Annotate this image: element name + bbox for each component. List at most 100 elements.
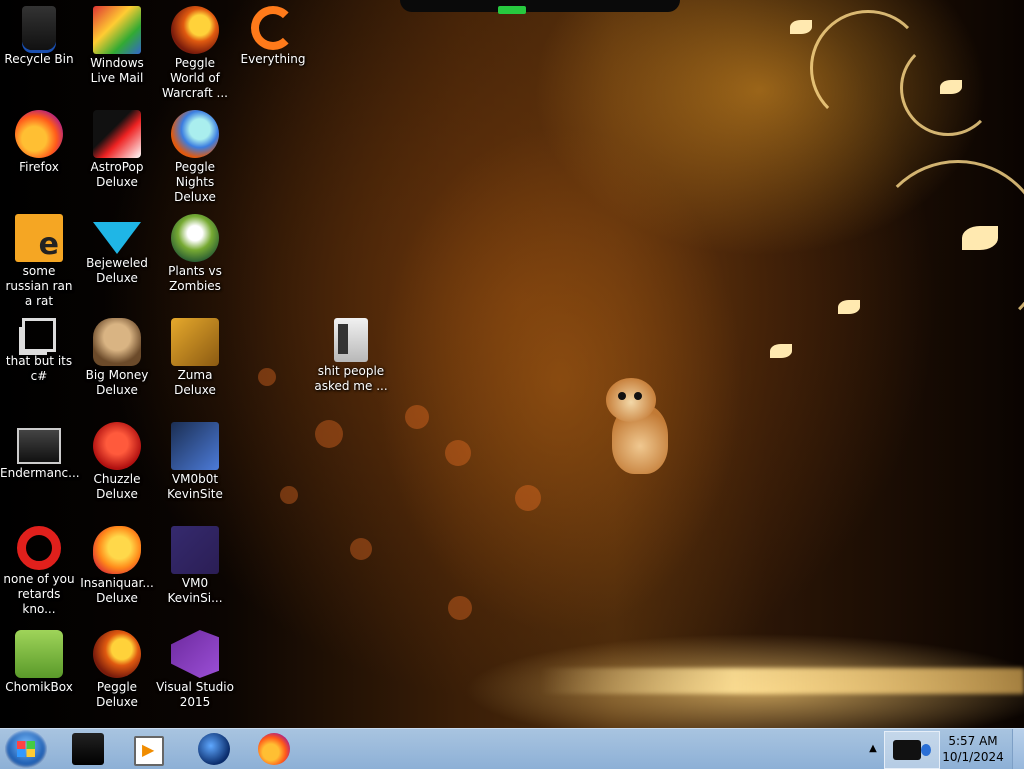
icon-label: Visual Studio 2015 xyxy=(156,680,234,709)
endermanch-icon xyxy=(17,428,61,464)
wallpaper-leaf xyxy=(838,300,860,314)
desktop-icon-peggle-deluxe[interactable]: Peggle Deluxe xyxy=(78,624,156,710)
icon-label: none of you retards kno... xyxy=(3,572,75,616)
taskbar-firefox-icon[interactable] xyxy=(258,733,290,765)
bokeh-light xyxy=(405,405,429,429)
show-hidden-icons-arrow-icon[interactable]: ▲ xyxy=(866,737,880,761)
desktop-icon-insaniquarium[interactable]: Insaniquar... Deluxe xyxy=(78,520,156,606)
icon-label: Peggle Deluxe xyxy=(96,680,138,709)
visual-studio-icon xyxy=(171,630,219,678)
icon-label: Zuma Deluxe xyxy=(174,368,216,397)
bokeh-light xyxy=(315,420,343,448)
icon-label: shit people asked me ... xyxy=(314,364,388,393)
taskbar-dark-app-icon[interactable] xyxy=(72,733,104,765)
icon-label: VM0b0t KevinSite xyxy=(167,472,223,501)
icon-label: Peggle Nights Deluxe xyxy=(174,160,216,204)
icon-label: ChomikBox xyxy=(5,680,73,694)
icon-label: Recycle Bin xyxy=(4,52,74,66)
icon-label: some russian ran a rat xyxy=(5,264,73,308)
desktop-icon-everything[interactable]: Everything xyxy=(234,0,312,67)
peggle-icon xyxy=(171,6,219,54)
wallpaper-leaf xyxy=(940,80,962,94)
desktop-icon-windows-live-mail[interactable]: Windows Live Mail xyxy=(78,0,156,86)
icon-label: Chuzzle Deluxe xyxy=(93,472,141,501)
clock-date: 10/1/2024 xyxy=(942,750,1004,764)
bokeh-light xyxy=(515,485,541,511)
system-clock[interactable]: 5:57 AM 10/1/2024 xyxy=(940,733,1006,765)
icon-label: Endermanc... xyxy=(0,466,80,480)
icon-label: VM0 KevinSi... xyxy=(167,576,223,605)
desktop-icon-chuzzle[interactable]: Chuzzle Deluxe xyxy=(78,416,156,502)
bokeh-light xyxy=(258,368,276,386)
tray-camera-app[interactable] xyxy=(884,731,940,769)
vm-site-icon xyxy=(171,422,219,470)
desktop-icon-visual-studio[interactable]: Visual Studio 2015 xyxy=(156,624,234,710)
hamster-eye xyxy=(618,392,626,400)
desktop-icon-bejeweled[interactable]: Bejeweled Deluxe xyxy=(78,208,156,286)
desktop-icon-html-file[interactable]: some russian ran a rat xyxy=(0,208,78,309)
html-file-icon xyxy=(15,214,63,262)
insaniquarium-icon xyxy=(93,526,141,574)
shortcut-copy-icon xyxy=(22,318,56,352)
desktop-icon-peggle-nights[interactable]: Peggle Nights Deluxe xyxy=(156,104,234,205)
desktop-wallpaper: Recycle Bin Firefox some russian ran a r… xyxy=(0,0,1024,728)
show-desktop-button[interactable] xyxy=(1012,729,1024,769)
zuma-icon xyxy=(171,318,219,366)
bokeh-light xyxy=(448,596,472,620)
opera-icon xyxy=(17,526,61,570)
desktop-icon-zuma[interactable]: Zuma Deluxe xyxy=(156,312,234,398)
big-money-icon xyxy=(93,318,141,366)
desktop-icon-endermanch[interactable]: Endermanc... xyxy=(0,416,80,481)
windows-live-mail-icon xyxy=(93,6,141,54)
wallpaper-glow xyxy=(540,668,1024,694)
taskbar-media-player-icon[interactable] xyxy=(134,736,164,766)
astropop-icon xyxy=(93,110,141,158)
windows-logo-icon xyxy=(17,741,35,757)
icon-label: Big Money Deluxe xyxy=(85,368,149,397)
desktop-icon-astropop[interactable]: AstroPop Deluxe xyxy=(78,104,156,190)
icon-label: Firefox xyxy=(19,160,59,174)
icon-label: Plants vs Zombies xyxy=(168,264,222,293)
desktop-icon-vm0b0t[interactable]: VM0b0t KevinSite xyxy=(156,416,234,502)
wallpaper-swirl xyxy=(870,160,1024,336)
start-button[interactable] xyxy=(5,730,47,768)
icon-label: Windows Live Mail xyxy=(90,56,144,85)
wallpaper-leaf xyxy=(790,20,812,34)
plants-vs-zombies-icon xyxy=(171,214,219,262)
desktop-pet-hamster[interactable] xyxy=(606,378,668,478)
icon-label: Everything xyxy=(240,52,306,66)
icon-label: Peggle World of Warcraft ... xyxy=(162,56,228,100)
camera-icon xyxy=(893,740,931,760)
icon-label: Bejeweled Deluxe xyxy=(86,256,148,285)
desktop-icon-firefox[interactable]: Firefox xyxy=(0,104,78,175)
vm-site-icon xyxy=(171,526,219,574)
desktop-icon-shortcut[interactable]: that but its c# xyxy=(0,312,78,384)
icon-label: AstroPop Deluxe xyxy=(90,160,144,189)
wallpaper-leaf xyxy=(770,344,792,358)
chuzzle-icon xyxy=(93,422,141,470)
taskbar: ▲ 5:57 AM 10/1/2024 xyxy=(0,728,1024,769)
desktop-icon-peggle-wow[interactable]: Peggle World of Warcraft ... xyxy=(156,0,234,101)
icon-label: that but its c# xyxy=(5,354,73,383)
bokeh-light xyxy=(445,440,471,466)
clock-time: 5:57 AM xyxy=(948,734,998,748)
wallpaper-top-bar xyxy=(400,0,680,12)
desktop-icon-big-money[interactable]: Big Money Deluxe xyxy=(78,312,156,398)
taskbar-globe-browser-icon[interactable] xyxy=(198,733,230,765)
peggle-nights-icon xyxy=(171,110,219,158)
peggle-icon xyxy=(93,630,141,678)
desktop-icon-plants-vs-zombies[interactable]: Plants vs Zombies xyxy=(156,208,234,294)
bejeweled-icon xyxy=(93,222,141,254)
desktop-icon-vm0[interactable]: VM0 KevinSi... xyxy=(156,520,234,606)
everything-search-icon xyxy=(251,6,295,50)
wallpaper-led xyxy=(498,6,526,14)
desktop-icon-chomikbox[interactable]: ChomikBox xyxy=(0,624,78,695)
desktop-icon-recycle-bin[interactable]: Recycle Bin xyxy=(0,0,78,67)
desktop-icon-folder[interactable]: shit people asked me ... xyxy=(312,312,390,394)
desktop-icon-opera[interactable]: none of you retards kno... xyxy=(0,520,78,617)
recycle-bin-icon xyxy=(22,6,56,50)
hamster-eye xyxy=(634,392,642,400)
bokeh-light xyxy=(350,538,372,560)
bokeh-light xyxy=(280,486,298,504)
folder-icon xyxy=(334,318,368,362)
